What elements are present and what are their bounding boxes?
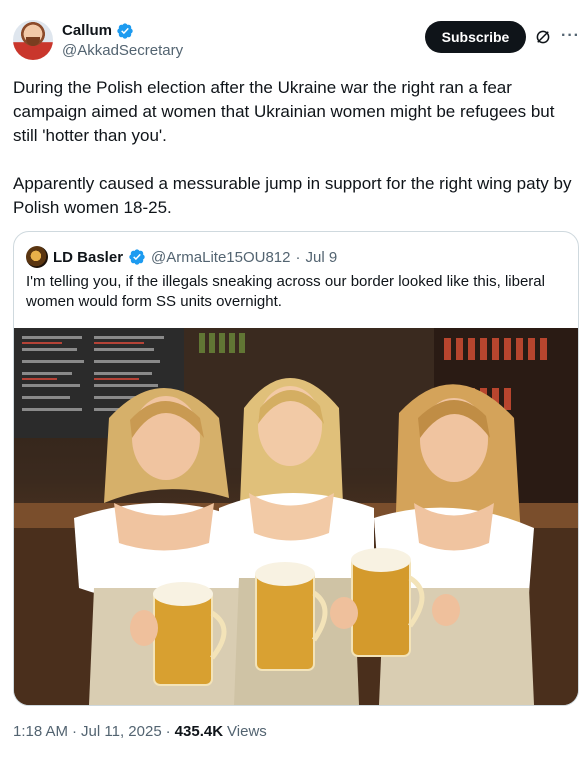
views-label: Views: [227, 723, 267, 740]
grok-icon[interactable]: [534, 28, 552, 46]
author-avatar[interactable]: [13, 20, 53, 60]
quoted-author-display-name: LD Basler: [53, 248, 124, 266]
quoted-author-avatar: [26, 246, 48, 268]
author-handle[interactable]: @AkkadSecretary: [62, 41, 183, 61]
author-display-name[interactable]: Callum: [62, 21, 112, 40]
tweet-paragraph: During the Polish election after the Ukr…: [13, 78, 555, 145]
tweet-text: During the Polish election after the Ukr…: [13, 76, 578, 220]
quoted-separator: ·: [295, 248, 301, 266]
quoted-tweet-image[interactable]: [14, 328, 578, 705]
quoted-tweet-header: LD Basler @ArmaLite15OU812 · Jul 9: [26, 246, 337, 268]
more-icon[interactable]: ···: [561, 27, 579, 45]
tweet-header: Callum @AkkadSecretary Subscribe ···: [13, 18, 579, 62]
quoted-author-handle: @ArmaLite15OU812: [151, 248, 291, 266]
tweet-time[interactable]: 1:18 AM: [13, 723, 68, 740]
meta-separator: ·: [72, 723, 78, 740]
quoted-tweet-text: I'm telling you, if the illegals sneakin…: [26, 273, 545, 310]
tweet-meta: 1:18 AM · Jul 11, 2025 · 435.4K Views: [13, 723, 267, 740]
quoted-date: Jul 9: [305, 248, 338, 266]
bar-photo-illustration: [14, 328, 578, 705]
author-names: Callum @AkkadSecretary: [62, 21, 183, 61]
tweet-paragraph: Apparently caused a messurable jump in s…: [13, 174, 572, 217]
quoted-tweet[interactable]: LD Basler @ArmaLite15OU812 · Jul 9 I'm t…: [13, 231, 579, 706]
views-count: 435.4K: [174, 723, 224, 740]
tweet-date[interactable]: Jul 11, 2025: [81, 723, 162, 740]
verified-badge-icon: [129, 249, 145, 265]
verified-badge-icon: [117, 22, 133, 39]
meta-separator: ·: [165, 723, 171, 740]
subscribe-button[interactable]: Subscribe: [425, 21, 526, 53]
